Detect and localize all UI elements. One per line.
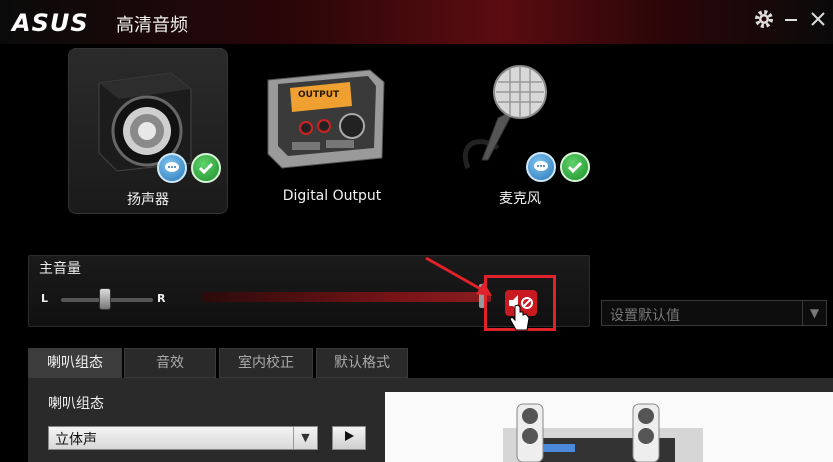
settings-gear-icon[interactable] xyxy=(752,8,776,34)
chat-bubble-icon xyxy=(157,153,187,183)
close-button[interactable] xyxy=(806,8,830,34)
chat-bubble-icon xyxy=(526,152,556,182)
tab-default-format[interactable]: 默认格式 xyxy=(316,348,408,378)
tab-sound-effects[interactable]: 音效 xyxy=(124,348,216,378)
hand-cursor-icon xyxy=(509,304,530,331)
set-default-label: 设置默认值 xyxy=(610,308,680,324)
device-speaker-label: 扬声器 xyxy=(127,192,169,208)
balance-right-label: R xyxy=(157,292,166,305)
chevron-down-icon: ▼ xyxy=(802,301,826,325)
play-button[interactable] xyxy=(332,426,366,450)
title-bar: ASUS 高清音频 xyxy=(0,0,833,44)
device-speaker[interactable]: 扬声器 xyxy=(68,48,228,214)
master-volume-title: 主音量 xyxy=(39,261,81,277)
minimize-button[interactable] xyxy=(779,8,803,34)
speaker-preview-illustration xyxy=(503,403,703,462)
checkmark-icon xyxy=(191,153,221,183)
chevron-down-icon: ▼ xyxy=(293,427,317,449)
device-microphone[interactable]: 麦克风 xyxy=(440,48,600,214)
set-default-dropdown[interactable]: 设置默认值 ▼ xyxy=(601,300,827,326)
play-icon xyxy=(345,431,354,441)
speaker-preview-panel xyxy=(385,392,833,462)
checkmark-icon xyxy=(560,152,590,182)
digital-output-icon: OUTPUT xyxy=(262,66,386,174)
speaker-config-label: 喇叭组态 xyxy=(48,396,104,412)
speaker-config-dropdown[interactable]: 立体声 ▼ xyxy=(48,426,318,450)
device-digital-output[interactable]: OUTPUT Digital Output xyxy=(252,48,412,214)
tab-speaker-config[interactable]: 喇叭组态 xyxy=(28,348,122,378)
balance-left-label: L xyxy=(41,292,49,305)
mute-highlight-box xyxy=(484,275,556,331)
tab-content-panel: 喇叭组态 立体声 ▼ xyxy=(28,378,833,462)
app-title: 高清音频 xyxy=(116,15,188,36)
tab-room-correction[interactable]: 室内校正 xyxy=(219,348,313,378)
output-panel-text: OUTPUT xyxy=(298,90,340,100)
device-microphone-label: 麦克风 xyxy=(499,191,541,207)
device-digital-output-label: Digital Output xyxy=(282,188,382,204)
balance-slider-thumb[interactable] xyxy=(99,288,111,310)
speaker-config-value: 立体声 xyxy=(55,432,97,448)
asus-logo: ASUS xyxy=(12,9,89,37)
